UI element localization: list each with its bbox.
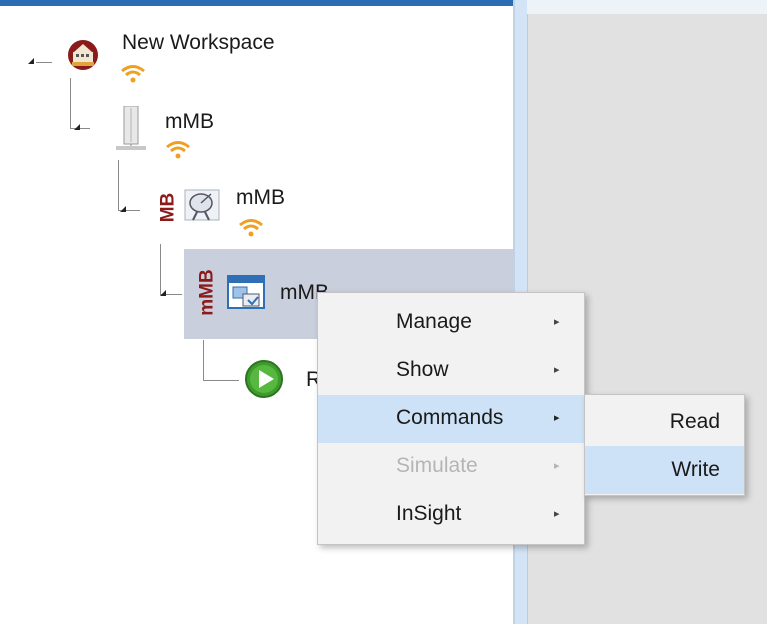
device-tower-icon [112, 105, 152, 163]
tree-connector [36, 62, 52, 63]
submenu-arrow-icon: ▸ [554, 460, 560, 472]
menu-item-show[interactable]: Show ▸ [318, 347, 584, 395]
submenu-arrow-icon: ▸ [554, 316, 560, 328]
menu-item-label: Simulate [396, 454, 478, 477]
wifi-signal-icon [238, 218, 264, 243]
wifi-signal-icon [165, 140, 191, 165]
window-app-icon [226, 274, 268, 319]
mb-badge-icon: MB [157, 192, 179, 223]
submenu-arrow-icon: ▸ [554, 412, 560, 424]
tree-connector [70, 128, 90, 129]
tree-connector [160, 244, 161, 294]
right-pane-header [527, 0, 767, 14]
menu-item-label: Show [396, 358, 449, 381]
context-menu: Manage ▸ Show ▸ Commands ▸ Simulate ▸ In… [317, 292, 585, 545]
menu-item-label: InSight [396, 502, 462, 525]
tree-connector [203, 380, 239, 381]
submenu-item-read[interactable]: Read [585, 398, 744, 446]
commands-submenu: Read Write [584, 394, 745, 496]
tree-connector [70, 78, 71, 128]
tree-connector [118, 160, 119, 210]
wifi-signal-icon [120, 64, 146, 89]
satellite-dish-icon [183, 188, 223, 229]
submenu-arrow-icon: ▸ [554, 508, 560, 520]
tree-pane-header-bar [0, 0, 513, 6]
tree-node-label[interactable]: mMB [165, 110, 214, 134]
menu-item-insight[interactable]: InSight ▸ [318, 491, 584, 539]
expand-toggle-device[interactable] [74, 124, 80, 130]
expand-toggle-driver[interactable] [120, 206, 126, 212]
tree-node-label[interactable]: New Workspace [122, 31, 275, 55]
expand-toggle-endpoint[interactable] [160, 290, 166, 296]
workspace-globe-icon [64, 38, 102, 77]
play-circle-icon [244, 359, 284, 404]
expand-toggle-workspace[interactable] [28, 58, 34, 64]
menu-item-commands[interactable]: Commands ▸ [318, 395, 584, 443]
tree-connector [203, 340, 204, 380]
menu-item-manage[interactable]: Manage ▸ [318, 299, 584, 347]
mmb-badge-icon: mMB [196, 269, 218, 316]
menu-item-simulate[interactable]: Simulate ▸ [318, 443, 584, 491]
menu-item-label: Manage [396, 310, 472, 333]
submenu-item-label: Read [669, 410, 720, 433]
submenu-item-label: Write [671, 458, 720, 481]
tree-node-label[interactable]: mMB [236, 186, 285, 210]
submenu-arrow-icon: ▸ [554, 364, 560, 376]
menu-item-label: Commands [396, 406, 504, 429]
submenu-item-write[interactable]: Write [585, 446, 744, 494]
